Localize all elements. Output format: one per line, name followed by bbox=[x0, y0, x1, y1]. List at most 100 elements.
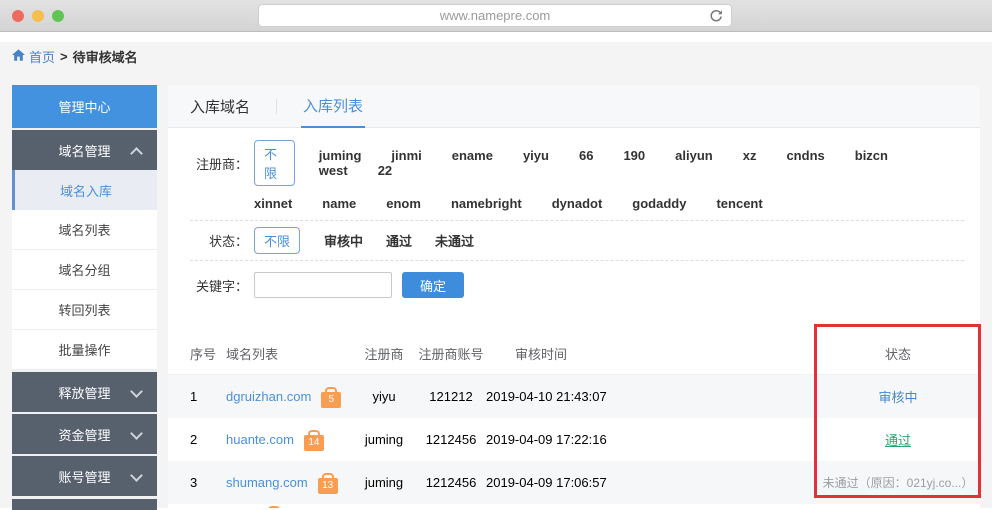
registrar-option[interactable]: bizcn bbox=[855, 148, 888, 163]
status-option[interactable]: 审核中 bbox=[324, 231, 363, 250]
registrar-option[interactable]: godaddy bbox=[632, 196, 686, 211]
registrar-options-row2: xinnet name enom namebright dynadot godaddy te… bbox=[254, 196, 793, 211]
chrome-page-gap bbox=[0, 32, 992, 42]
registrar-option[interactable]: ename bbox=[452, 148, 493, 163]
sidebar: 管理中心 域名管理 域名入库 域名列表 bbox=[12, 85, 157, 508]
tab-store-domain[interactable]: 入库域名 bbox=[188, 85, 252, 127]
domain-link[interactable]: huante.com bbox=[226, 432, 294, 447]
chevron-down-icon bbox=[130, 385, 143, 398]
registrar-option[interactable]: tencent bbox=[716, 196, 762, 211]
briefcase-badge-icon[interactable]: 14 bbox=[304, 435, 324, 451]
sidebar-item-label: 转回列表 bbox=[58, 300, 110, 319]
status-filter-row: 状态： 不限 审核中 通过 未通过 bbox=[190, 221, 964, 260]
row-time: 2019-04-09 17:22:16 bbox=[486, 432, 596, 447]
url-text: www.namepre.com bbox=[440, 8, 551, 23]
sidebar-item[interactable]: 域名管理 bbox=[12, 128, 157, 170]
app-screen: www.namepre.com 首页 > 待审核域名 管理中心 bbox=[0, 0, 992, 508]
registrar-option[interactable]: cndns bbox=[786, 148, 824, 163]
row-account: 121212 bbox=[416, 389, 486, 404]
registrar-option[interactable]: juming bbox=[319, 148, 362, 163]
registrar-options-row1: juming jinmi ename yiyu 66 190 aliyun xz cndns bi… bbox=[319, 148, 964, 178]
status-option-selected[interactable]: 不限 bbox=[254, 227, 300, 254]
table-row[interactable]: 3 shumang.com 13 juming 1212456 2019-04-… bbox=[168, 461, 980, 504]
registrar-option[interactable]: 66 bbox=[579, 148, 593, 163]
confirm-button[interactable]: 确定 bbox=[402, 272, 464, 298]
sidebar-item[interactable]: 转回列表 bbox=[12, 290, 157, 330]
breadcrumb-home-link[interactable]: 首页 bbox=[29, 47, 55, 66]
partial-table-row bbox=[168, 504, 980, 508]
registrar-option[interactable]: west bbox=[319, 163, 348, 178]
keyword-filter-label: 关键字： bbox=[190, 276, 248, 295]
filter-section: 注册商： 不限 juming jinmi ename yiyu 66 190 aliyun x… bbox=[168, 128, 980, 309]
row-index: 3 bbox=[190, 475, 226, 490]
registrar-option-selected[interactable]: 不限 bbox=[254, 140, 295, 186]
browser-chrome: www.namepre.com bbox=[0, 0, 992, 32]
row-index: 1 bbox=[190, 389, 226, 404]
registrar-option[interactable]: 22 bbox=[378, 163, 392, 178]
breadcrumb: 首页 > 待审核域名 bbox=[0, 42, 992, 85]
status-options: 审核中 通过 未通过 bbox=[324, 231, 497, 250]
table-row[interactable]: 2 huante.com 14 juming 1212456 2019-04-0… bbox=[168, 418, 980, 461]
registrar-option[interactable]: yiyu bbox=[523, 148, 549, 163]
content-area: 管理中心 域名管理 域名入库 域名列表 bbox=[0, 85, 992, 508]
registrar-option[interactable]: dynadot bbox=[552, 196, 603, 211]
sidebar-item-label: 域名列表 bbox=[58, 220, 110, 239]
registrar-option[interactable]: namebright bbox=[451, 196, 522, 211]
registrar-option[interactable]: jinmi bbox=[391, 148, 421, 163]
sidebar-item-label: 管理中心 bbox=[58, 97, 110, 116]
minimize-traffic-light-icon[interactable] bbox=[32, 10, 44, 22]
sidebar-item-partial bbox=[12, 497, 157, 510]
sidebar-item[interactable]: 域名入库 bbox=[12, 170, 157, 210]
sidebar-item-label: 域名管理 bbox=[58, 141, 110, 160]
row-index: 2 bbox=[190, 432, 226, 447]
sidebar-item[interactable]: 释放管理 bbox=[12, 370, 157, 412]
refresh-icon[interactable] bbox=[709, 9, 723, 28]
sidebar-item[interactable]: 账号管理 bbox=[12, 454, 157, 496]
chevron-down-icon bbox=[130, 469, 143, 482]
breadcrumb-separator: > bbox=[60, 49, 68, 64]
row-status[interactable]: 未通过（原因：021yj.co...） bbox=[816, 474, 980, 491]
tab-store-list[interactable]: 入库列表 bbox=[301, 85, 365, 128]
domain-link[interactable]: dgruizhan.com bbox=[226, 389, 311, 404]
sidebar-item[interactable]: 管理中心 bbox=[12, 85, 157, 128]
sidebar-item-label: 域名分组 bbox=[58, 260, 110, 279]
row-status[interactable]: 通过 bbox=[816, 430, 980, 449]
briefcase-badge-icon[interactable]: 5 bbox=[321, 392, 341, 408]
table-body: 1 dgruizhan.com 5 yiyu 121212 2019-04-10… bbox=[168, 375, 980, 504]
registrar-option[interactable]: 190 bbox=[623, 148, 645, 163]
registrar-option[interactable]: xz bbox=[743, 148, 757, 163]
row-registrar: juming bbox=[352, 475, 416, 490]
zoom-traffic-light-icon[interactable] bbox=[52, 10, 64, 22]
row-status[interactable]: 审核中 bbox=[816, 387, 980, 406]
row-account: 1212456 bbox=[416, 475, 486, 490]
keyword-input[interactable] bbox=[254, 272, 392, 298]
sidebar-item[interactable]: 域名分组 bbox=[12, 250, 157, 290]
registrar-option[interactable]: name bbox=[322, 196, 356, 211]
close-traffic-light-icon[interactable] bbox=[12, 10, 24, 22]
status-option[interactable]: 未通过 bbox=[435, 231, 474, 250]
home-icon bbox=[12, 49, 25, 64]
domain-link[interactable]: shumang.com bbox=[226, 475, 308, 490]
status-option[interactable]: 通过 bbox=[386, 231, 412, 250]
registrar-filter-row: 注册商： 不限 juming jinmi ename yiyu 66 190 aliyun x… bbox=[190, 140, 964, 186]
sidebar-item-label: 释放管理 bbox=[58, 383, 110, 402]
registrar-option[interactable]: xinnet bbox=[254, 196, 292, 211]
row-account: 1212456 bbox=[416, 432, 486, 447]
keyword-filter-row: 关键字： 确定 bbox=[190, 261, 964, 309]
sidebar-item-label: 域名入库 bbox=[60, 181, 112, 200]
sidebar-item[interactable]: 域名列表 bbox=[12, 210, 157, 250]
table-row[interactable]: 1 dgruizhan.com 5 yiyu 121212 2019-04-10… bbox=[168, 375, 980, 418]
row-registrar: juming bbox=[352, 432, 416, 447]
status-filter-label: 状态： bbox=[190, 231, 248, 250]
sidebar-item[interactable]: 资金管理 bbox=[12, 412, 157, 454]
registrar-option[interactable]: enom bbox=[386, 196, 421, 211]
row-time: 2019-04-10 21:43:07 bbox=[486, 389, 596, 404]
col-header-registrar: 注册商 bbox=[352, 344, 416, 363]
registrar-filter-label: 注册商： bbox=[190, 154, 248, 173]
breadcrumb-current: 待审核域名 bbox=[73, 47, 138, 66]
sidebar-item[interactable]: 批量操作 bbox=[12, 330, 157, 370]
briefcase-badge-icon[interactable]: 13 bbox=[318, 478, 338, 494]
registrar-option[interactable]: aliyun bbox=[675, 148, 713, 163]
table-header-row: 序号 域名列表 注册商 注册商账号 审核时间 状态 bbox=[168, 333, 980, 375]
address-bar[interactable]: www.namepre.com bbox=[258, 4, 732, 27]
